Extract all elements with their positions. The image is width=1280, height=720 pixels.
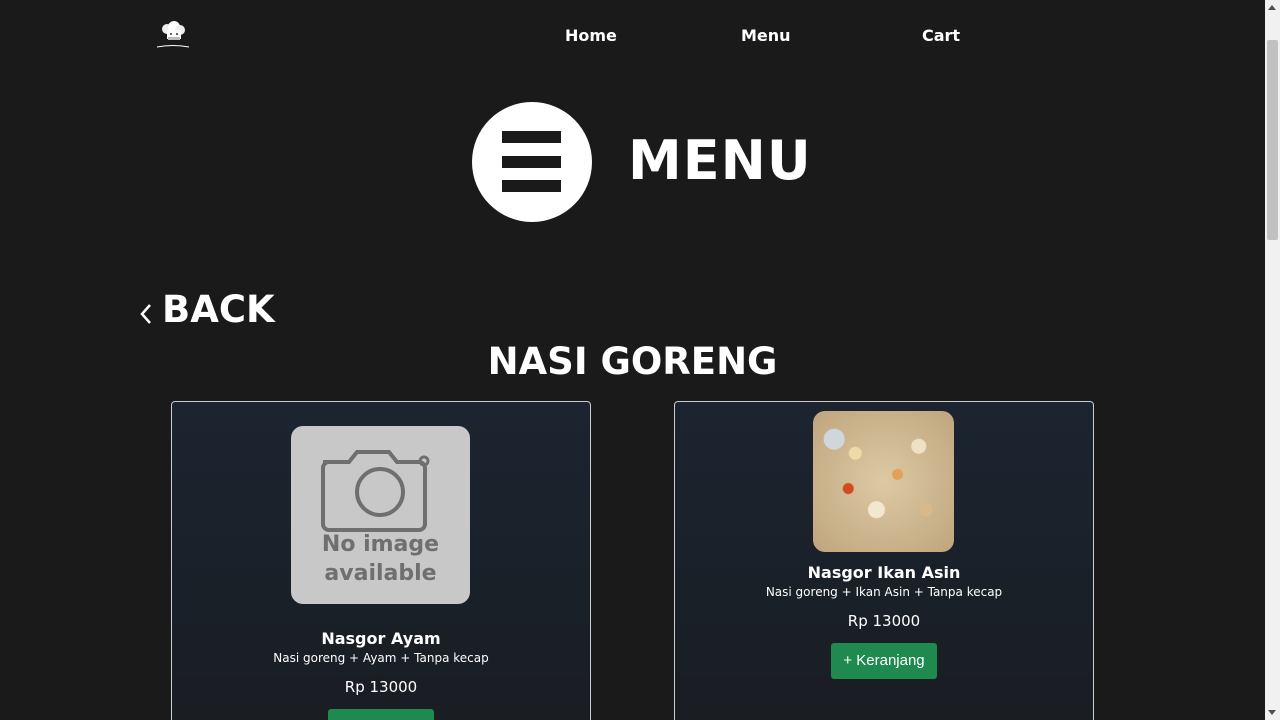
menu-item-card: No image available Nasgor Ayam Nasi goren… <box>171 401 591 720</box>
chevron-left-icon <box>140 304 151 324</box>
scroll-thumb[interactable] <box>1267 40 1278 240</box>
chef-hat-icon <box>156 21 190 48</box>
hamburger-bar <box>502 131 561 143</box>
nav-home-link[interactable]: Home <box>565 26 617 45</box>
no-image-text: No image available <box>321 532 440 586</box>
item-description: Nasi goreng + Ikan Asin + Tanpa kecap <box>765 585 1003 599</box>
page: Home Menu Cart MENU BACK NASI GORENG No … <box>0 0 1265 720</box>
nav-menu-link[interactable]: Menu <box>741 26 791 45</box>
hamburger-menu-icon <box>472 102 592 222</box>
menu-item-card: Nasgor Ikan Asin Nasi goreng + Ikan Asin… <box>674 401 1094 720</box>
fried-rice-photo <box>813 411 954 552</box>
back-button[interactable]: BACK <box>138 288 275 332</box>
scroll-up-arrow[interactable] <box>1268 5 1276 10</box>
scrollbar[interactable] <box>1265 0 1280 720</box>
hamburger-bar <box>502 180 561 192</box>
item-name: Nasgor Ikan Asin <box>807 563 961 582</box>
hamburger-bar <box>502 156 561 168</box>
item-name: Nasgor Ayam <box>321 629 441 648</box>
add-to-cart-button[interactable]: + Keranjang <box>328 709 434 720</box>
scroll-down-arrow[interactable] <box>1268 710 1276 715</box>
section-title: NASI GORENG <box>487 340 778 383</box>
item-description: Nasi goreng + Ayam + Tanpa kecap <box>273 651 489 665</box>
nav-cart-link[interactable]: Cart <box>922 26 960 45</box>
no-image-placeholder: No image available <box>291 426 470 604</box>
item-price: Rp 13000 <box>847 612 921 630</box>
item-price: Rp 13000 <box>344 678 418 696</box>
back-label: BACK <box>162 288 275 331</box>
logo[interactable] <box>154 20 192 54</box>
add-to-cart-button[interactable]: + Keranjang <box>831 643 937 679</box>
page-title: MENU <box>628 129 812 192</box>
